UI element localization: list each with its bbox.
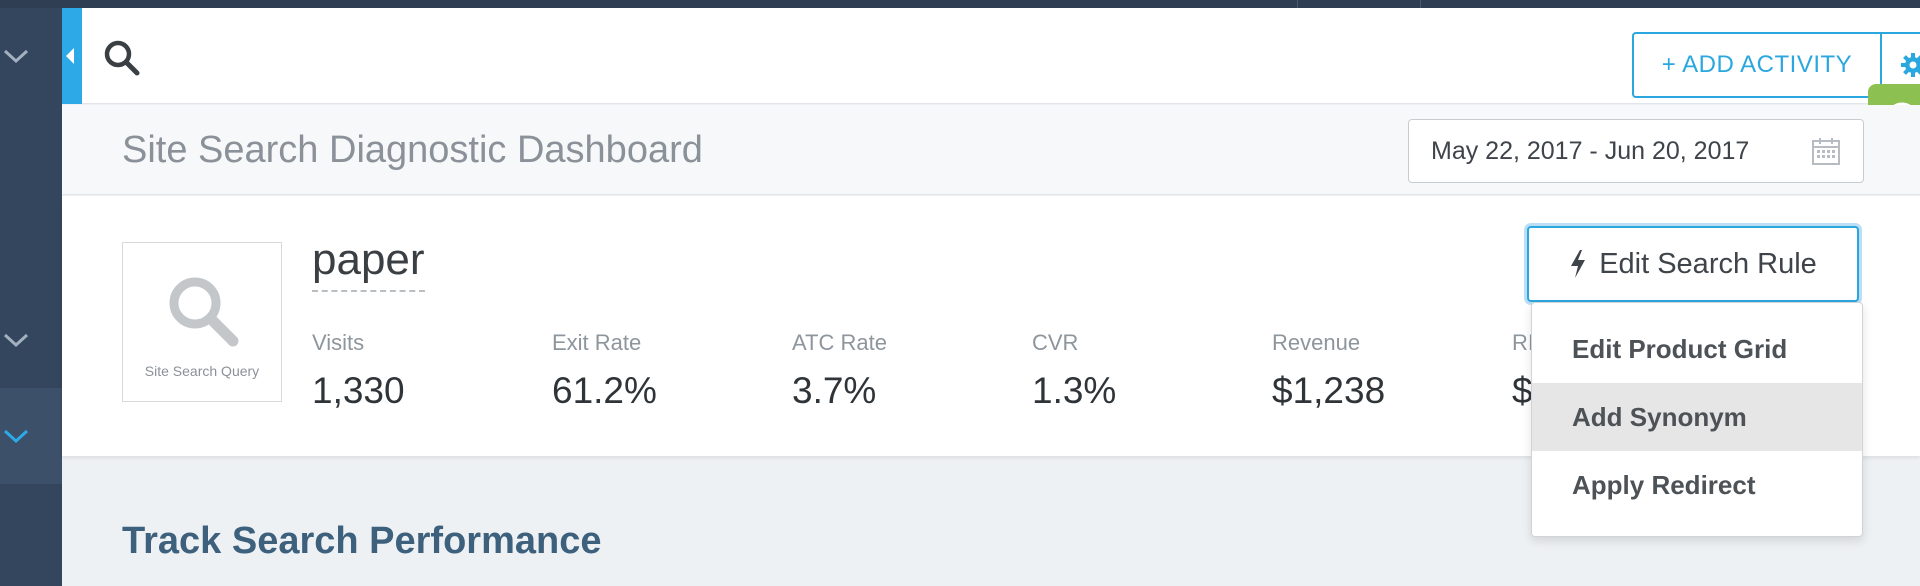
metric-label: Exit Rate (552, 330, 642, 355)
edit-search-rule-button[interactable]: Edit Search Rule (1527, 226, 1859, 302)
page-header: Site Search Diagnostic Dashboard May 22,… (62, 105, 1920, 195)
menu-item-edit-product-grid[interactable]: Edit Product Grid (1532, 315, 1862, 383)
search-rule-menu: Edit Product Grid Add Synonym Apply Redi… (1531, 302, 1863, 537)
metric-label: CVR (1032, 330, 1079, 355)
chevron-down-icon (3, 333, 29, 348)
add-activity-button[interactable]: + ADD ACTIVITY (1634, 34, 1882, 96)
metric-atc-rate: ATC Rate 3.7% (792, 330, 887, 412)
bolt-icon (1571, 250, 1586, 278)
chevron-down-icon (3, 429, 29, 444)
metric-cvr: CVR 1.3% (1032, 330, 1116, 412)
metric-label: Revenue (1272, 330, 1361, 355)
top-bar: + ADD ACTIVITY (82, 8, 1920, 104)
collapse-tab[interactable] (62, 8, 82, 104)
metric-exit-rate: Exit Rate 61.2% (552, 330, 657, 412)
sidebar (0, 8, 62, 586)
menu-item-apply-redirect[interactable]: Apply Redirect (1532, 451, 1862, 519)
calendar-icon (1812, 138, 1840, 165)
metric-value: 61.2% (552, 370, 657, 411)
metric-visits: Visits 1,330 (312, 330, 405, 412)
metric-value: $1,238 (1272, 370, 1386, 411)
sidebar-expand-toggle[interactable] (0, 316, 62, 364)
menu-item-add-synonym[interactable]: Add Synonym (1532, 383, 1862, 451)
metric-value: 1.3% (1032, 370, 1117, 411)
top-strip-divider (1420, 0, 1421, 8)
chevron-down-icon (3, 49, 29, 64)
date-range-value: May 22, 2017 - Jun 20, 2017 (1431, 136, 1750, 165)
edit-search-rule-label: Edit Search Rule (1599, 247, 1817, 280)
metric-label: ATC Rate (792, 330, 887, 355)
metric-value: 3.7% (792, 370, 877, 411)
metric-revenue: Revenue $1,238 (1272, 330, 1385, 412)
search-icon[interactable] (102, 38, 142, 78)
gear-icon (1901, 53, 1920, 77)
top-strip (0, 0, 1920, 8)
date-range-picker[interactable]: May 22, 2017 - Jun 20, 2017 (1408, 119, 1864, 183)
query-thumbnail: Site Search Query (122, 242, 282, 402)
query-term[interactable]: paper (312, 235, 425, 293)
metric-label: Visits (312, 330, 365, 355)
page-title: Site Search Diagnostic Dashboard (122, 129, 703, 171)
collapse-arrow-icon (66, 48, 74, 64)
magnifier-icon (169, 277, 239, 347)
sidebar-expand-toggle[interactable] (0, 32, 62, 80)
top-strip-divider (1297, 0, 1298, 8)
metric-value: 1,330 (312, 370, 405, 411)
section-title: Track Search Performance (122, 520, 602, 562)
query-box-label: Site Search Query (144, 363, 260, 379)
sidebar-expand-toggle[interactable] (0, 412, 62, 460)
